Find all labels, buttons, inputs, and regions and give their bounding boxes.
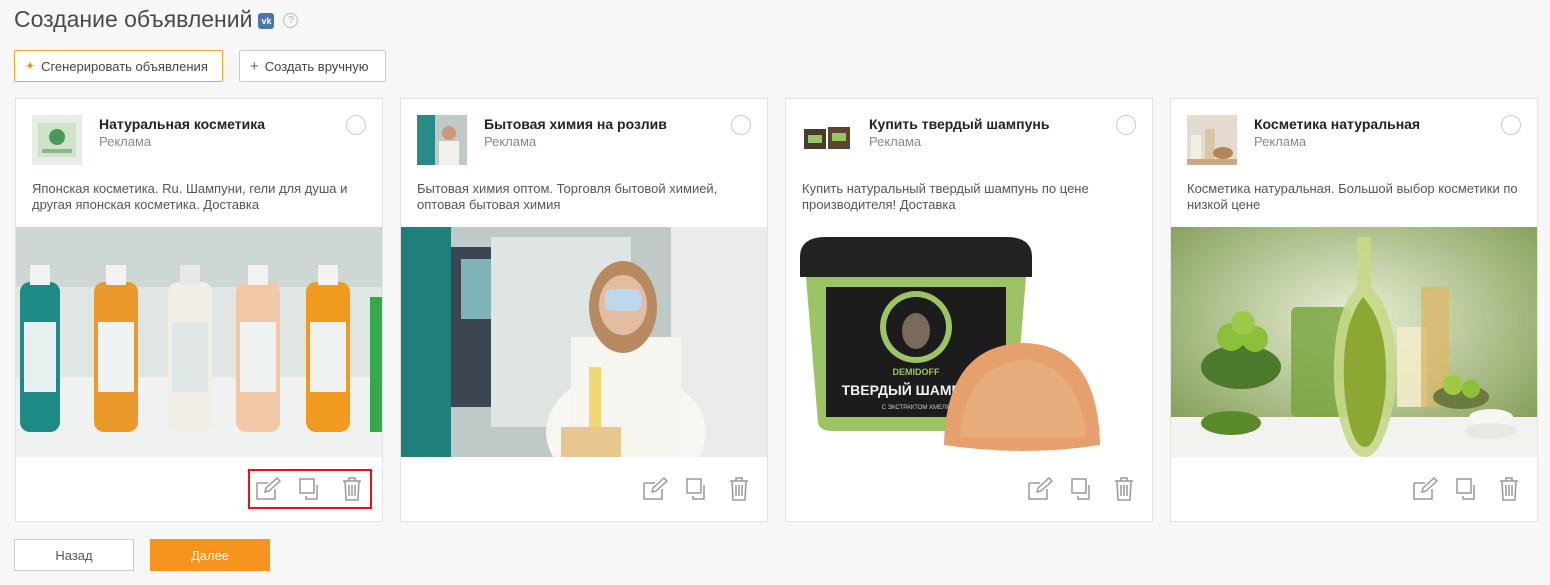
ad-thumbnail bbox=[802, 115, 852, 165]
ad-text: Купить натуральный твердый шампунь по це… bbox=[802, 181, 1089, 212]
copy-icon[interactable] bbox=[683, 475, 711, 503]
ad-title: Косметика натуральная bbox=[1254, 116, 1421, 132]
back-button[interactable]: Назад bbox=[14, 539, 134, 571]
shampoo-sub-text: С ЭКСТРАКТОМ ХМЕЛЯ bbox=[882, 405, 951, 411]
page-title: Создание объявлений bbox=[14, 6, 253, 32]
shampoo-brand-text: DEMIDOFF bbox=[893, 367, 940, 377]
ad-title: Натуральная косметика bbox=[99, 116, 266, 132]
card-actions bbox=[641, 475, 753, 503]
ad-image bbox=[16, 227, 382, 457]
next-button[interactable]: Далее bbox=[150, 539, 270, 571]
ad-subtitle: Реклама bbox=[99, 134, 152, 149]
ad-card-header: Купить твердый шампунь Реклама bbox=[802, 115, 1049, 165]
copy-icon[interactable] bbox=[1453, 475, 1481, 503]
copy-icon[interactable] bbox=[296, 475, 324, 503]
ad-card-header: Бытовая химия на розлив Реклама bbox=[417, 115, 667, 165]
ad-image bbox=[401, 227, 767, 457]
delete-icon[interactable] bbox=[1495, 475, 1523, 503]
toolbar: ✦ Сгенерировать объявления + Создать вру… bbox=[14, 50, 386, 82]
ad-card[interactable]: Косметика натуральная Реклама Косметика … bbox=[1170, 98, 1538, 522]
card-actions bbox=[1026, 475, 1138, 503]
delete-icon[interactable] bbox=[338, 475, 366, 503]
edit-icon[interactable] bbox=[641, 475, 669, 503]
help-icon[interactable]: ? bbox=[283, 13, 299, 28]
ad-card-header: Косметика натуральная Реклама bbox=[1187, 115, 1420, 165]
select-radio[interactable] bbox=[346, 115, 366, 135]
plus-icon: + bbox=[250, 57, 259, 75]
copy-icon[interactable] bbox=[1068, 475, 1096, 503]
ad-text: Японская косметика. Ru. Шампуни, гели дл… bbox=[32, 181, 348, 212]
ad-image: DEMIDOFF ТВЕРДЫЙ ШАМПУНЬ С ЭКСТРАКТОМ ХМ… bbox=[786, 227, 1152, 457]
create-manual-label: Создать вручную bbox=[264, 58, 369, 74]
footer-actions: Назад Далее bbox=[14, 539, 270, 571]
select-radio[interactable] bbox=[731, 115, 751, 135]
edit-icon[interactable] bbox=[1026, 475, 1054, 503]
magic-wand-icon: ✦ bbox=[25, 59, 36, 73]
select-radio[interactable] bbox=[1116, 115, 1136, 135]
generate-ads-button[interactable]: ✦ Сгенерировать объявления bbox=[14, 50, 223, 82]
ad-card[interactable]: Бытовая химия на розлив Реклама Бытовая … bbox=[400, 98, 768, 522]
ad-card-header: Натуральная косметика Реклама bbox=[32, 115, 265, 165]
ad-subtitle: Реклама bbox=[484, 134, 537, 149]
create-manual-button[interactable]: + Создать вручную bbox=[239, 50, 386, 82]
ad-thumbnail bbox=[1187, 115, 1237, 165]
ad-subtitle: Реклама bbox=[1254, 134, 1307, 149]
ad-cards: Натуральная косметика Реклама Японская к… bbox=[15, 98, 1538, 522]
page-header: Создание объявлений vk ? bbox=[14, 6, 299, 33]
card-actions bbox=[1411, 475, 1523, 503]
ad-text: Косметика натуральная. Большой выбор кос… bbox=[1187, 181, 1518, 212]
delete-icon[interactable] bbox=[725, 475, 753, 503]
select-radio[interactable] bbox=[1501, 115, 1521, 135]
edit-icon[interactable] bbox=[1411, 475, 1439, 503]
edit-icon[interactable] bbox=[254, 475, 282, 503]
ad-title: Купить твердый шампунь bbox=[869, 116, 1050, 132]
generate-ads-label: Сгенерировать объявления bbox=[41, 58, 208, 74]
ad-subtitle: Реклама bbox=[869, 134, 922, 149]
delete-icon[interactable] bbox=[1110, 475, 1138, 503]
card-actions bbox=[248, 469, 372, 509]
vk-icon: vk bbox=[258, 12, 275, 29]
ad-title: Бытовая химия на розлив bbox=[484, 116, 667, 132]
ad-image bbox=[1171, 227, 1537, 457]
ad-text: Бытовая химия оптом. Торговля бытовой хи… bbox=[417, 181, 718, 212]
ad-thumbnail bbox=[417, 115, 467, 165]
ad-thumbnail bbox=[32, 115, 82, 165]
ad-card[interactable]: Натуральная косметика Реклама Японская к… bbox=[15, 98, 383, 522]
ad-card[interactable]: Купить твердый шампунь Реклама Купить на… bbox=[785, 98, 1153, 522]
